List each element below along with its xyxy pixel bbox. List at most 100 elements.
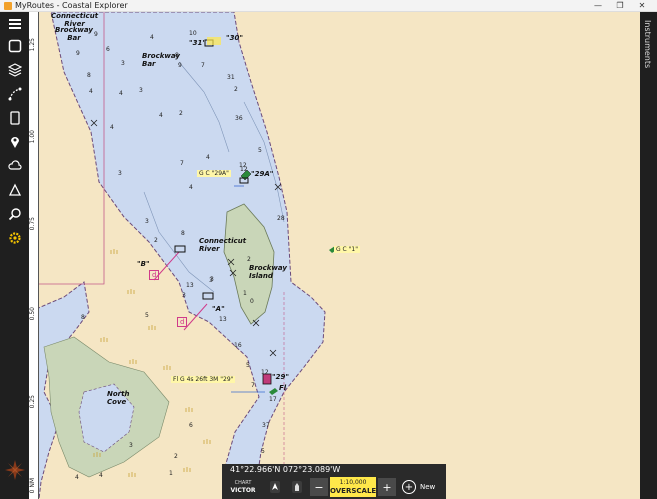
depth-sounding: 4	[206, 154, 210, 161]
depth-sounding: 12	[261, 369, 269, 376]
depth-sounding: 2	[247, 256, 251, 263]
instruments-label[interactable]: Instruments	[643, 20, 652, 68]
depth-sounding: 4	[110, 124, 114, 131]
label-connecticut-river-mid: Connecticut River	[199, 237, 247, 253]
settings-button[interactable]	[0, 226, 29, 250]
tag-gc-1[interactable]: G C "1"	[334, 246, 360, 253]
depth-sounding: 3	[139, 87, 143, 94]
depth-sounding: 4	[99, 472, 103, 479]
routes-button[interactable]	[0, 82, 29, 106]
chart-selector[interactable]: CHART VICTOR	[222, 475, 264, 499]
notes-button[interactable]	[0, 106, 29, 130]
depth-sounding: 6	[106, 46, 110, 53]
depth-sounding: 4	[150, 34, 154, 41]
depth-sounding: 37	[262, 422, 270, 429]
minimize-button[interactable]: —	[588, 0, 608, 12]
chart-selector-value: VICTOR	[230, 487, 256, 494]
d-marker-1[interactable]: d	[149, 270, 160, 280]
scale-tick-1-25: 1.25	[29, 38, 36, 52]
instruments-panel[interactable]: Instruments	[640, 12, 657, 499]
depth-sounding: 8	[175, 52, 179, 59]
depth-sounding: 3	[210, 276, 214, 283]
label-brockway-island: Brockway Island	[249, 264, 287, 280]
window-title: MyRoutes - Coastal Explorer	[15, 1, 128, 10]
scale-display[interactable]: 1:10,000 OVERSCALE	[330, 477, 376, 497]
tag-gc-29a[interactable]: G C "29A"	[197, 170, 231, 177]
chart-canvas	[29, 12, 338, 499]
route-icon	[8, 87, 21, 101]
weather-button[interactable]	[0, 154, 29, 178]
layers-button[interactable]	[0, 58, 29, 82]
depth-sounding: 8	[87, 72, 91, 79]
zoom-in-button[interactable]: +	[378, 478, 396, 496]
boat-icon	[292, 481, 302, 493]
depth-sounding: 9	[94, 31, 98, 38]
buoy-29-label[interactable]: "29"	[272, 373, 289, 381]
new-button[interactable]: + New	[402, 480, 435, 494]
depth-sounding: 13	[186, 282, 194, 289]
bottom-toolbar: CHART VICTOR − 1:10,000 OVERSCALE + + Ne…	[222, 475, 446, 499]
compass-rose-icon	[5, 460, 25, 480]
depth-sounding: 4	[89, 88, 93, 95]
app-icon	[4, 2, 12, 10]
depth-sounding: 2	[154, 237, 158, 244]
north-up-button[interactable]	[264, 475, 286, 499]
scale-value: 1:10,000	[339, 479, 367, 486]
depth-sounding: 9	[178, 62, 182, 69]
label-b: "B"	[137, 260, 150, 268]
buoy-29a-label[interactable]: "29A"	[251, 170, 273, 178]
depth-sounding: 7	[180, 160, 184, 167]
menu-button[interactable]	[0, 12, 29, 36]
depth-sounding: 36	[235, 115, 243, 122]
document-icon	[9, 111, 20, 125]
depth-sounding: 5	[261, 448, 265, 455]
depth-sounding: 13	[219, 316, 227, 323]
tag-fl-29[interactable]: Fl G 4s 26ft 3M "29"	[171, 376, 236, 383]
depth-sounding: 7	[251, 382, 255, 389]
title-bar: MyRoutes - Coastal Explorer — ❐ ✕	[0, 0, 657, 12]
d-marker-2[interactable]: d	[177, 317, 188, 327]
depth-sounding: 3	[121, 60, 125, 67]
depth-sounding: 16	[234, 342, 242, 349]
search-icon	[8, 208, 21, 221]
label-north-cove: North Cove	[107, 390, 130, 406]
scale-tick-0-25: 0.25	[29, 395, 36, 409]
boat-follow-button[interactable]	[286, 475, 308, 499]
depth-sounding: 8	[181, 230, 185, 237]
zoom-out-button[interactable]: −	[310, 478, 328, 496]
buoy-30-label[interactable]: "30"	[226, 34, 243, 42]
depth-sounding: 5	[145, 312, 149, 319]
scale-tick-0: 0 NM	[29, 478, 36, 494]
triangle-icon	[8, 183, 21, 196]
depth-sounding: 4	[75, 474, 79, 481]
maximize-button[interactable]: ❐	[610, 0, 630, 12]
depth-sounding: 6	[189, 422, 193, 429]
scale-status: OVERSCALE	[330, 487, 377, 495]
chart-view-button[interactable]	[0, 34, 29, 58]
marks-button[interactable]	[0, 130, 29, 154]
close-button[interactable]: ✕	[632, 0, 652, 12]
depth-sounding: 1	[169, 470, 173, 477]
label-brockway-bar-top: Brockway Bar	[55, 26, 93, 42]
left-toolbar	[0, 12, 29, 499]
tides-button[interactable]	[0, 178, 29, 202]
buoy-31-label[interactable]: "31"	[189, 39, 206, 47]
search-button[interactable]	[0, 202, 29, 226]
label-a: "A"	[212, 305, 225, 313]
depth-sounding: 4	[119, 90, 123, 97]
depth-sounding: 28	[277, 215, 285, 222]
chart-map[interactable]: Connecticut River Brockway Bar Brockway Bar…	[29, 12, 640, 499]
depth-sounding: 3	[129, 442, 133, 449]
depth-sounding: 7	[201, 62, 205, 69]
chart-selector-label: CHART	[234, 480, 252, 486]
scale-tick-0-75: 0.75	[29, 217, 36, 231]
depth-sounding: 4	[159, 112, 163, 119]
plus-circle-icon: +	[402, 480, 416, 494]
square-icon	[8, 39, 21, 53]
depth-sounding: 4	[189, 184, 193, 191]
depth-sounding: 5	[258, 147, 262, 154]
new-button-label: New	[420, 483, 436, 491]
depth-sounding: 8	[81, 314, 85, 321]
scale-tick-1-00: 1.00	[29, 130, 36, 144]
north-arrow-icon	[270, 481, 280, 493]
